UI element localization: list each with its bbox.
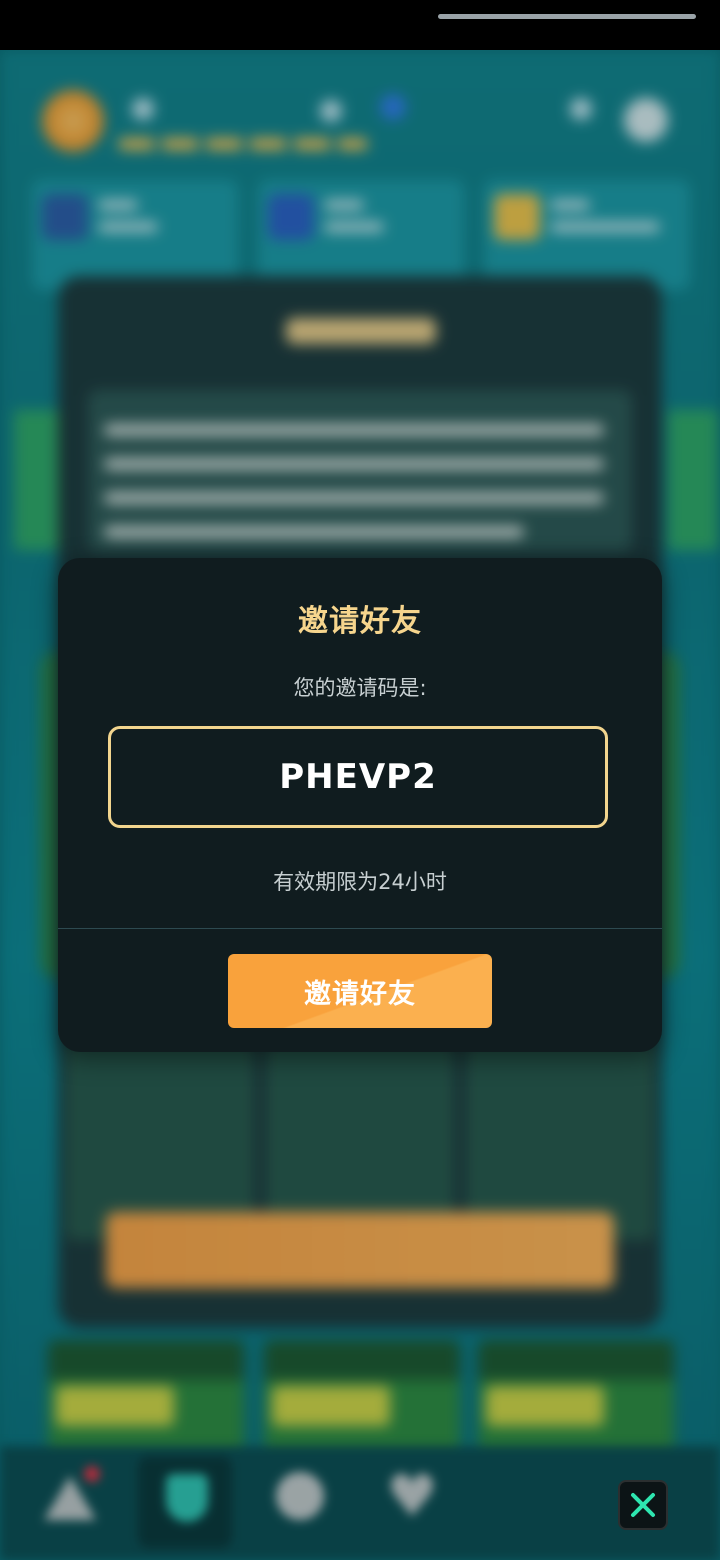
divider [58,928,662,929]
invite-dialog: 邀请好友 您的邀请码是: PHEVP2 有效期限为24小时 邀请好友 [58,558,662,1052]
invite-code-label: 您的邀请码是: [293,676,427,700]
close-icon [631,1493,655,1517]
validity-note: 有效期限为24小时 [273,870,447,894]
invite-friends-button[interactable]: 邀请好友 [228,954,492,1028]
invite-code-box[interactable]: PHEVP2 [108,726,608,828]
dialog-title: 邀请好友 [298,604,422,639]
invite-code-value: PHEVP2 [279,757,437,797]
gesture-pill [438,14,696,19]
close-button[interactable] [618,1480,668,1530]
status-bar [0,0,720,50]
